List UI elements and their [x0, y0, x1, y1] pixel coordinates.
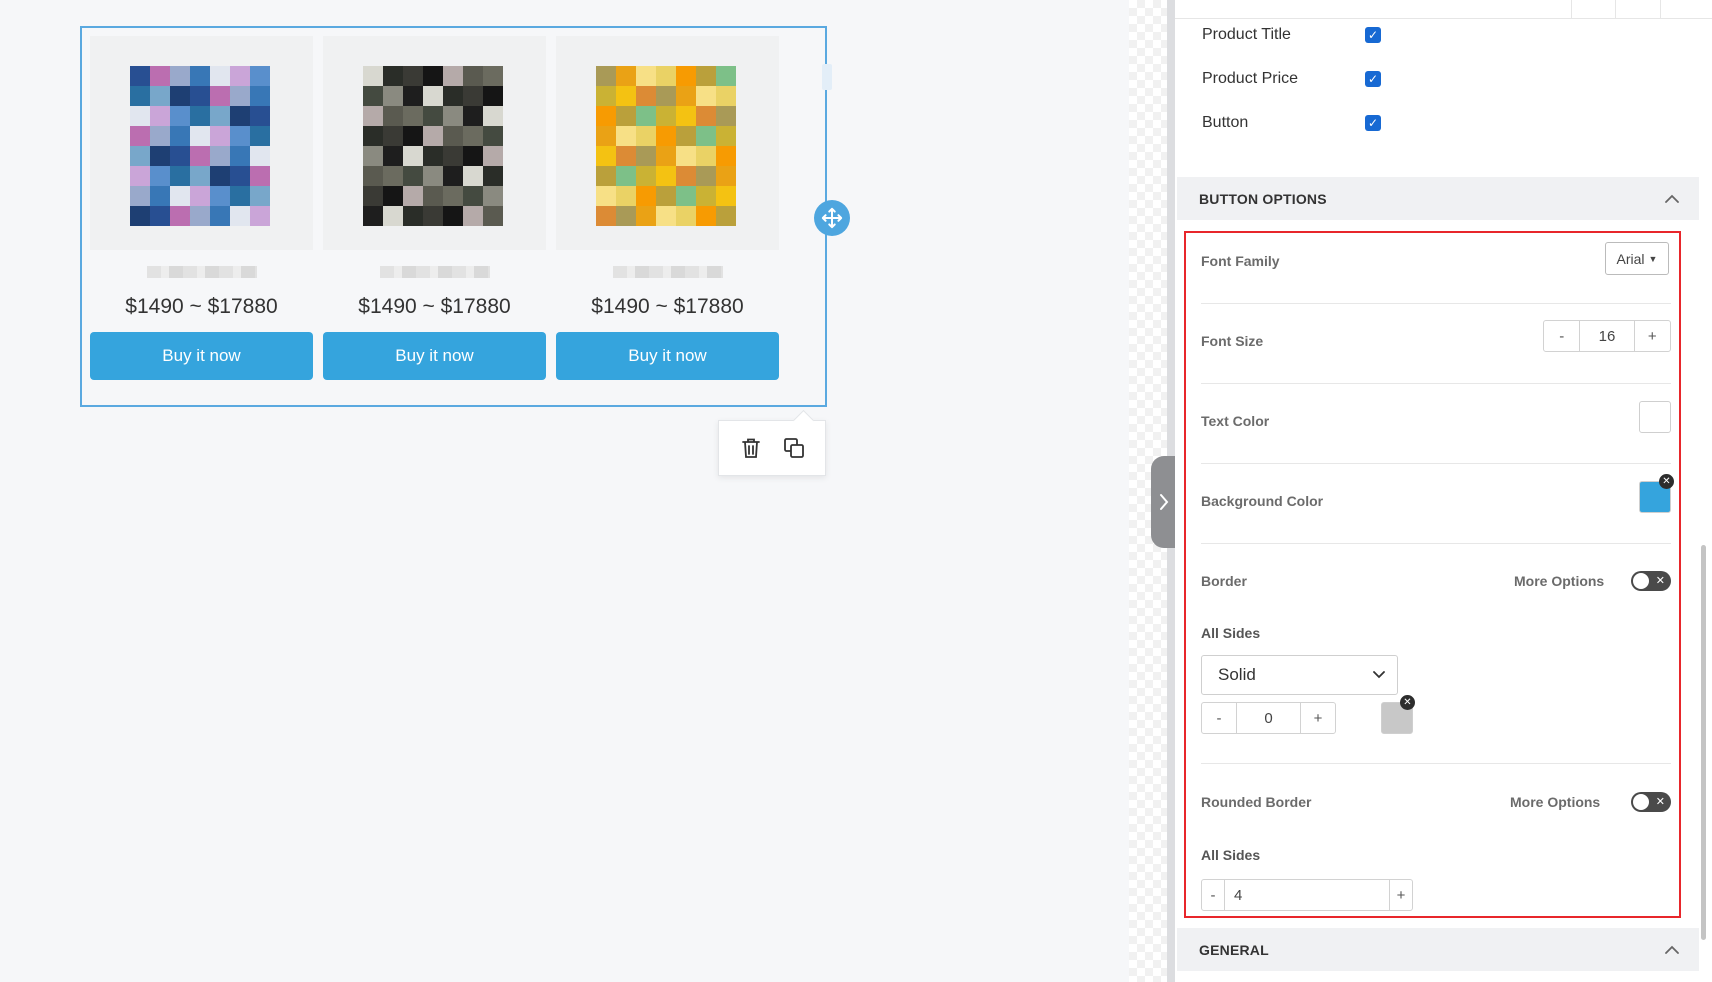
- product-title-blurred: [379, 266, 490, 278]
- font-size-input[interactable]: 16: [1579, 321, 1635, 351]
- editor-canvas: $1490 ~ $17880 Buy it now $1490 ~ $17880…: [0, 0, 1129, 982]
- move-icon[interactable]: [814, 200, 850, 236]
- font-family-value: Arial: [1616, 250, 1645, 267]
- border-style-value: Solid: [1218, 665, 1256, 684]
- product-card: $1490 ~ $17880 Buy it now: [90, 36, 313, 380]
- close-icon[interactable]: ✕: [1659, 474, 1674, 489]
- checkbox-label: Button: [1202, 114, 1249, 131]
- product-card: $1490 ~ $17880 Buy it now: [556, 36, 779, 380]
- section-title: BUTTON OPTIONS: [1199, 190, 1327, 207]
- divider: [1201, 763, 1671, 764]
- rounded-border-label: Rounded Border: [1201, 794, 1312, 810]
- buy-button[interactable]: Buy it now: [556, 332, 779, 380]
- increment-button[interactable]: +: [1635, 321, 1670, 351]
- button-options-group: Font Family Arial ▼ Font Size - 16 + Tex…: [1184, 231, 1681, 918]
- chevron-up-icon: [1665, 945, 1679, 954]
- buy-button[interactable]: Buy it now: [323, 332, 546, 380]
- rounded-border-stepper: - 4 +: [1201, 879, 1413, 911]
- element-toolbar: [718, 420, 826, 476]
- close-icon[interactable]: ✕: [1400, 695, 1415, 710]
- caret-down-icon: ▼: [1648, 253, 1658, 264]
- border-more-options-toggle[interactable]: ✕: [1631, 571, 1671, 591]
- check-icon[interactable]: ✓: [1365, 71, 1381, 87]
- border-sides-label: All Sides: [1201, 625, 1261, 641]
- rounded-border-more-options-toggle[interactable]: ✕: [1631, 792, 1671, 812]
- check-icon[interactable]: ✓: [1365, 27, 1381, 43]
- decrement-button[interactable]: -: [1544, 321, 1579, 351]
- increment-button[interactable]: +: [1301, 703, 1335, 733]
- border-more-options-label: More Options: [1514, 573, 1605, 589]
- chevron-down-icon: [1373, 671, 1385, 679]
- divider: [1201, 543, 1671, 544]
- font-size-stepper: - 16 +: [1543, 320, 1671, 352]
- product-title-blurred: [146, 266, 257, 278]
- font-size-label: Font Size: [1201, 333, 1264, 349]
- product-price: $1490 ~ $17880: [358, 295, 511, 318]
- font-family-select[interactable]: Arial ▼: [1605, 242, 1669, 275]
- product-image: [556, 36, 779, 250]
- resize-handle[interactable]: [822, 64, 832, 90]
- section-header-general[interactable]: GENERAL: [1177, 928, 1699, 971]
- checkbox-label: Product Title: [1202, 26, 1291, 43]
- product-card: $1490 ~ $17880 Buy it now: [323, 36, 546, 380]
- border-label: Border: [1201, 573, 1247, 589]
- increment-button[interactable]: +: [1390, 880, 1412, 910]
- decrement-button[interactable]: -: [1202, 703, 1236, 733]
- panel-top-tabs: [1175, 0, 1712, 19]
- rounded-border-sides-label: All Sides: [1201, 847, 1261, 863]
- decrement-button[interactable]: -: [1202, 880, 1224, 910]
- product-image: [90, 36, 313, 250]
- panel-scrollbar[interactable]: [1701, 545, 1706, 940]
- text-color-label: Text Color: [1201, 413, 1270, 429]
- trash-icon[interactable]: [736, 433, 766, 463]
- rounded-border-more-options-label: More Options: [1510, 794, 1601, 810]
- border-width-stepper: - 0 +: [1201, 702, 1336, 734]
- chevron-right-icon[interactable]: [1151, 456, 1177, 548]
- visibility-row-title: Product Title ✓: [1202, 22, 1381, 48]
- product-image: [323, 36, 546, 250]
- visibility-row-button: Button ✓: [1202, 110, 1381, 136]
- border-width-input[interactable]: 0: [1236, 703, 1301, 733]
- buy-button[interactable]: Buy it now: [90, 332, 313, 380]
- divider: [1201, 303, 1671, 304]
- section-header-button-options[interactable]: BUTTON OPTIONS: [1177, 177, 1699, 220]
- background-color-label: Background Color: [1201, 493, 1324, 509]
- product-grid-widget[interactable]: $1490 ~ $17880 Buy it now $1490 ~ $17880…: [80, 26, 850, 407]
- check-icon[interactable]: ✓: [1365, 115, 1381, 131]
- checkbox-label: Product Price: [1202, 70, 1299, 87]
- rounded-border-input[interactable]: 4: [1224, 880, 1390, 910]
- product-price: $1490 ~ $17880: [125, 295, 278, 318]
- text-color-swatch[interactable]: [1639, 401, 1671, 433]
- divider: [1201, 463, 1671, 464]
- section-title: GENERAL: [1199, 941, 1269, 958]
- duplicate-icon[interactable]: [779, 433, 809, 463]
- chevron-up-icon: [1665, 194, 1679, 203]
- settings-panel: Product Title ✓ Product Price ✓ Button ✓…: [1175, 0, 1712, 982]
- product-price: $1490 ~ $17880: [591, 295, 744, 318]
- product-title-blurred: [612, 266, 723, 278]
- border-style-select[interactable]: Solid: [1201, 655, 1398, 695]
- font-family-label: Font Family: [1201, 253, 1280, 269]
- visibility-row-price: Product Price ✓: [1202, 66, 1381, 92]
- divider: [1201, 383, 1671, 384]
